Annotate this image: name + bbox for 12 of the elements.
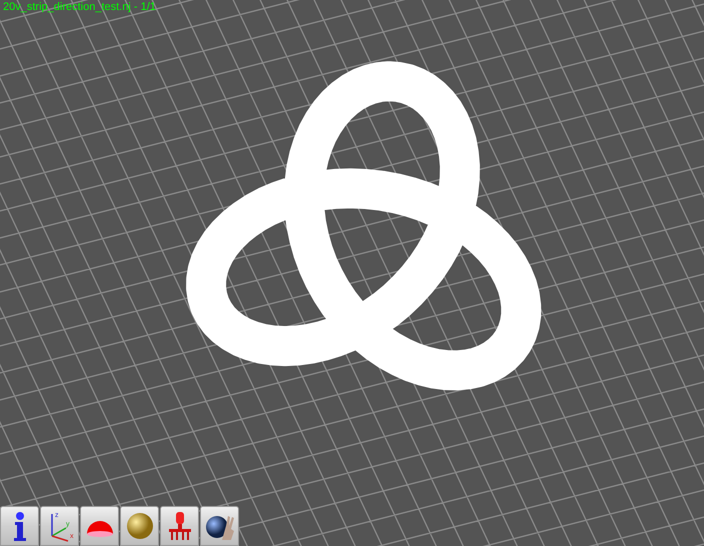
sphere-icon — [126, 513, 152, 539]
dome-icon — [86, 521, 112, 537]
info-icon — [14, 512, 26, 541]
sphere-button[interactable] — [120, 506, 159, 546]
info-button[interactable] — [0, 506, 39, 546]
sphere-hand-icon — [206, 516, 234, 540]
axes-icon — [50, 514, 68, 542]
viewport-title: 20v_strip_direction_test.nj - 1/1 — [3, 1, 156, 13]
dome-button[interactable] — [80, 506, 119, 546]
hand-button[interactable] — [200, 506, 239, 546]
robot-button[interactable] — [160, 506, 199, 546]
robot-icon — [168, 512, 190, 541]
